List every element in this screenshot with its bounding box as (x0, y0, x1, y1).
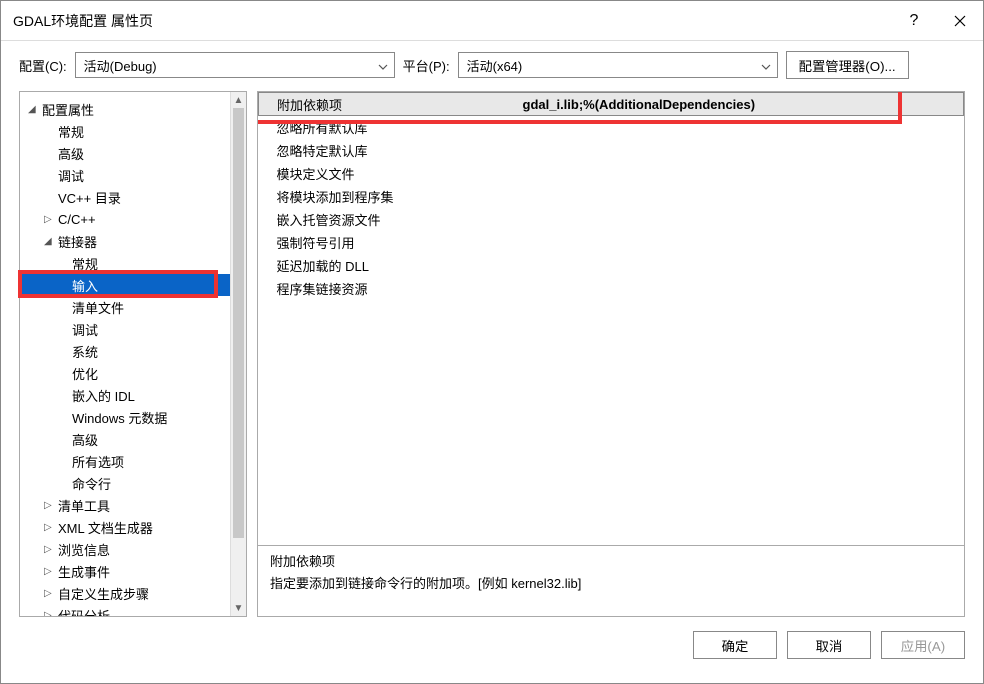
tree-item-linker-idl[interactable]: ▷嵌入的 IDL (20, 384, 246, 406)
prop-name: 模块定义文件 (259, 162, 519, 185)
right-pane: 附加依赖项 gdal_i.lib;%(AdditionalDependencie… (257, 91, 965, 617)
prop-value[interactable] (519, 139, 964, 162)
tree-item-linker-all[interactable]: ▷所有选项 (20, 450, 246, 472)
tree-item-browse[interactable]: ▷浏览信息 (20, 538, 246, 560)
tree-item-xml-doc[interactable]: ▷XML 文档生成器 (20, 516, 246, 538)
tree-item-linker-system[interactable]: ▷系统 (20, 340, 246, 362)
chevron-down-icon (378, 58, 388, 73)
tree-item-debug[interactable]: ▷调试 (20, 164, 246, 186)
property-tree[interactable]: ◢配置属性 ▷常规 ▷高级 ▷调试 ▷VC++ 目录 ▷C/C++ ◢链接器 ▷… (20, 98, 246, 617)
platform-combo[interactable]: 活动(x64) (458, 52, 778, 78)
tree-item-ccpp[interactable]: ▷C/C++ (20, 208, 246, 230)
description-body: 指定要添加到链接命令行的附加项。[例如 kernel32.lib] (270, 573, 952, 592)
tree-item-linker-input[interactable]: ▷输入 (20, 274, 246, 296)
window-title: GDAL环境配置 属性页 (13, 11, 891, 31)
tree-item-linker-manifest[interactable]: ▷清单文件 (20, 296, 246, 318)
prop-row-ignore-all-default[interactable]: 忽略所有默认库 (259, 116, 964, 139)
ok-button[interactable]: 确定 (693, 631, 777, 659)
prop-name: 附加依赖项 (259, 93, 519, 116)
tree-item-general[interactable]: ▷常规 (20, 120, 246, 142)
prop-value[interactable] (519, 277, 964, 300)
prop-value[interactable]: gdal_i.lib;%(AdditionalDependencies) (519, 93, 964, 116)
description-pane: 附加依赖项 指定要添加到链接命令行的附加项。[例如 kernel32.lib] (257, 545, 965, 617)
prop-row-delay-dll[interactable]: 延迟加载的 DLL (259, 254, 964, 277)
config-label: 配置(C): (19, 56, 67, 75)
help-button[interactable]: ? (891, 1, 937, 41)
prop-row-module-def[interactable]: 模块定义文件 (259, 162, 964, 185)
tree-item-build-events[interactable]: ▷生成事件 (20, 560, 246, 582)
prop-row-embed-managed[interactable]: 嵌入托管资源文件 (259, 208, 964, 231)
prop-row-ignore-specific[interactable]: 忽略特定默认库 (259, 139, 964, 162)
prop-name: 忽略所有默认库 (259, 116, 519, 139)
prop-name: 将模块添加到程序集 (259, 185, 519, 208)
chevron-down-icon (761, 58, 771, 73)
tree-item-custom-build[interactable]: ▷自定义生成步骤 (20, 582, 246, 604)
property-grid-wrap: 附加依赖项 gdal_i.lib;%(AdditionalDependencie… (257, 91, 965, 546)
prop-value[interactable] (519, 231, 964, 254)
tree-scrollbar[interactable]: ▲ ▼ (230, 92, 246, 616)
scroll-up-icon: ▲ (231, 92, 246, 108)
tree-item-linker-cmd[interactable]: ▷命令行 (20, 472, 246, 494)
prop-name: 忽略特定默认库 (259, 139, 519, 162)
tree-item-linker-opt[interactable]: ▷优化 (20, 362, 246, 384)
tree-item-advanced[interactable]: ▷高级 (20, 142, 246, 164)
tree-item-vcdirs[interactable]: ▷VC++ 目录 (20, 186, 246, 208)
tree-pane: ◢配置属性 ▷常规 ▷高级 ▷调试 ▷VC++ 目录 ▷C/C++ ◢链接器 ▷… (19, 91, 247, 617)
config-manager-button[interactable]: 配置管理器(O)... (786, 51, 909, 79)
config-toolbar: 配置(C): 活动(Debug) 平台(P): 活动(x64) 配置管理器(O)… (1, 41, 983, 87)
apply-button[interactable]: 应用(A) (881, 631, 965, 659)
title-bar: GDAL环境配置 属性页 ? (1, 1, 983, 41)
scroll-down-icon: ▼ (231, 600, 246, 616)
tree-item-linker-winmd[interactable]: ▷Windows 元数据 (20, 406, 246, 428)
tree-item-config-props[interactable]: ◢配置属性 (20, 98, 246, 120)
prop-row-force-symbol[interactable]: 强制符号引用 (259, 231, 964, 254)
prop-name: 强制符号引用 (259, 231, 519, 254)
dialog-footer: 确定 取消 应用(A) (1, 617, 983, 673)
prop-value[interactable] (519, 254, 964, 277)
close-icon (954, 15, 966, 27)
prop-name: 延迟加载的 DLL (259, 254, 519, 277)
prop-name: 程序集链接资源 (259, 277, 519, 300)
cancel-button[interactable]: 取消 (787, 631, 871, 659)
tree-item-linker-debug[interactable]: ▷调试 (20, 318, 246, 340)
tree-item-manifest-tool[interactable]: ▷清单工具 (20, 494, 246, 516)
prop-value[interactable] (519, 116, 964, 139)
prop-row-assembly-link[interactable]: 程序集链接资源 (259, 277, 964, 300)
config-combo-value: 活动(Debug) (84, 56, 157, 75)
tree-item-linker[interactable]: ◢链接器 (20, 230, 246, 252)
scroll-thumb[interactable] (233, 108, 244, 538)
description-title: 附加依赖项 (270, 551, 952, 570)
tree-item-code-analysis[interactable]: ▷代码分析 (20, 604, 246, 617)
property-grid[interactable]: 附加依赖项 gdal_i.lib;%(AdditionalDependencie… (258, 92, 964, 300)
tree-item-linker-general[interactable]: ▷常规 (20, 252, 246, 274)
config-combo[interactable]: 活动(Debug) (75, 52, 395, 78)
prop-value[interactable] (519, 185, 964, 208)
prop-value[interactable] (519, 208, 964, 231)
platform-label: 平台(P): (403, 56, 450, 75)
close-button[interactable] (937, 1, 983, 41)
prop-row-add-module-assembly[interactable]: 将模块添加到程序集 (259, 185, 964, 208)
platform-combo-value: 活动(x64) (467, 56, 523, 75)
prop-name: 嵌入托管资源文件 (259, 208, 519, 231)
tree-item-linker-advanced[interactable]: ▷高级 (20, 428, 246, 450)
prop-value[interactable] (519, 162, 964, 185)
main-area: ◢配置属性 ▷常规 ▷高级 ▷调试 ▷VC++ 目录 ▷C/C++ ◢链接器 ▷… (19, 91, 965, 617)
prop-row-additional-deps[interactable]: 附加依赖项 gdal_i.lib;%(AdditionalDependencie… (259, 93, 964, 116)
